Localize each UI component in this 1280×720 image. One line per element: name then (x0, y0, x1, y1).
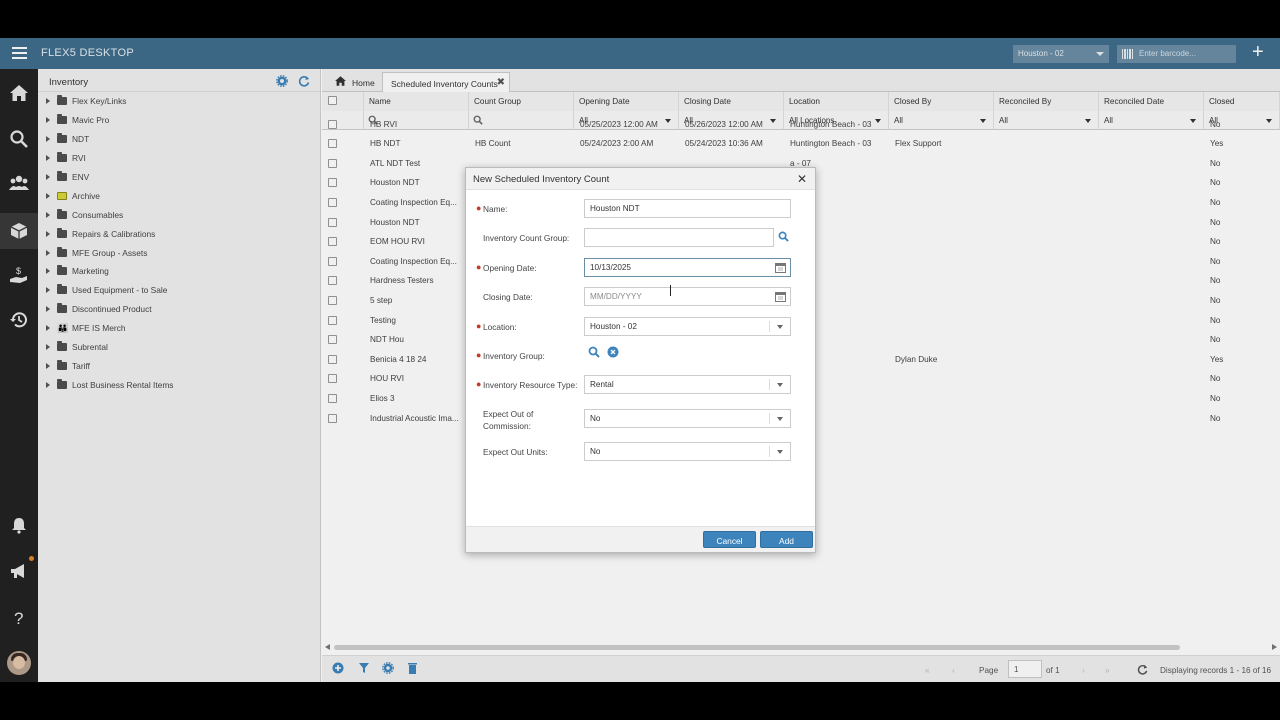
calendar-icon[interactable] (775, 262, 786, 273)
required-marker: ● (476, 321, 482, 331)
chevron-down-icon (777, 325, 783, 329)
out-units-select[interactable]: No (584, 442, 791, 461)
chevron-down-icon (777, 383, 783, 387)
required-marker: ● (476, 262, 482, 272)
dialog-title: New Scheduled Inventory Count (466, 168, 815, 190)
clear-icon[interactable] (607, 346, 619, 358)
closing-date-field[interactable]: MM/DD/YYYY (584, 287, 791, 306)
out-units-value: No (590, 447, 601, 456)
name-field[interactable]: Houston NDT (584, 199, 791, 218)
calendar-icon[interactable] (775, 291, 786, 302)
app-window: FLEX5 DESKTOP Houston - 02 Enter barcode… (0, 38, 1280, 682)
out-of-commission-label: Expect Out of Commission: (483, 409, 534, 431)
dialog-footer: Cancel Add (466, 526, 815, 552)
required-marker: ● (476, 379, 482, 389)
required-marker: ● (476, 203, 482, 213)
close-icon[interactable]: ✕ (797, 172, 807, 186)
resource-type-value: Rental (590, 380, 614, 389)
add-button[interactable]: Add (760, 531, 813, 548)
out-units-label: Expect Out Units: (483, 447, 548, 457)
name-label: Name: (483, 204, 508, 214)
cancel-button[interactable]: Cancel (703, 531, 756, 548)
inventory-group-label: Inventory Group: (483, 351, 545, 361)
count-group-label: Inventory Count Group: (483, 233, 570, 243)
location-label: Location: (483, 322, 517, 332)
closing-date-label: Closing Date: (483, 292, 533, 302)
count-group-field[interactable] (584, 228, 774, 247)
search-icon[interactable] (588, 346, 600, 358)
location-select[interactable]: Houston - 02 (584, 317, 791, 336)
resource-type-label: Inventory Resource Type: (483, 380, 578, 390)
opening-date-field[interactable]: 10/13/2025 (584, 258, 791, 277)
out-of-commission-select[interactable]: No (584, 409, 791, 428)
required-marker: ● (476, 350, 482, 360)
chevron-down-icon (777, 450, 783, 454)
new-scheduled-inventory-count-dialog: New Scheduled Inventory Count ✕ ● Name: … (465, 167, 816, 553)
chevron-down-icon (777, 417, 783, 421)
out-of-commission-value: No (590, 414, 601, 423)
opening-date-label: Opening Date: (483, 263, 537, 273)
resource-type-select[interactable]: Rental (584, 375, 791, 394)
closing-date-placeholder: MM/DD/YYYY (590, 292, 642, 301)
opening-date-value: 10/13/2025 (590, 263, 631, 272)
location-value: Houston - 02 (590, 322, 637, 331)
search-icon[interactable] (778, 231, 789, 242)
text-cursor (670, 285, 674, 296)
